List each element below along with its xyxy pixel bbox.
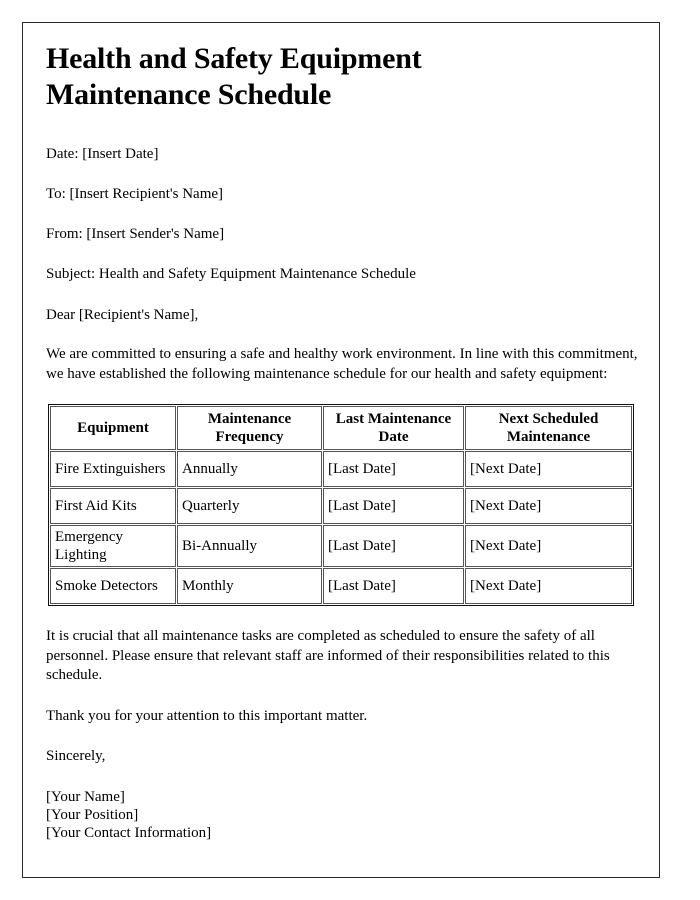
column-header-equipment: Equipment	[50, 406, 176, 451]
cell-equipment: Fire Extinguishers	[50, 451, 176, 488]
cell-next-maintenance: [Next Date]	[465, 488, 632, 525]
intro-paragraph: We are committed to ensuring a safe and …	[46, 346, 638, 382]
cell-frequency: Quarterly	[177, 488, 322, 525]
cell-equipment: Smoke Detectors	[50, 568, 176, 605]
cell-equipment: Emergency Lighting	[50, 525, 176, 568]
signature-block: [Your Name] [Your Position] [Your Contac…	[46, 788, 640, 843]
salutation-line: Dear [Recipient's Name],	[46, 306, 199, 323]
table-header-row: Equipment Maintenance Frequency Last Mai…	[50, 406, 632, 451]
cell-next-maintenance: [Next Date]	[465, 525, 632, 568]
cell-equipment: First Aid Kits	[50, 488, 176, 525]
signoff-line: Sincerely,	[46, 748, 106, 765]
maintenance-schedule-table: Equipment Maintenance Frequency Last Mai…	[48, 404, 634, 607]
table-row: Smoke Detectors Monthly [Last Date] [Nex…	[50, 568, 632, 605]
table-row: Emergency Lighting Bi-Annually [Last Dat…	[50, 525, 632, 568]
thanks-paragraph: Thank you for your attention to this imp…	[46, 707, 368, 724]
document-page: Health and Safety Equipment Maintenance …	[22, 22, 660, 878]
table-row: First Aid Kits Quarterly [Last Date] [Ne…	[50, 488, 632, 525]
column-header-last-maintenance-date: Last Maintenance Date	[323, 406, 464, 451]
cell-frequency: Bi-Annually	[177, 525, 322, 568]
from-line: From: [Insert Sender's Name]	[46, 226, 225, 243]
subject-line: Subject: Health and Safety Equipment Mai…	[46, 266, 416, 283]
cell-last-maintenance: [Last Date]	[323, 525, 464, 568]
cell-last-maintenance: [Last Date]	[323, 568, 464, 605]
document-content: Health and Safety Equipment Maintenance …	[46, 41, 640, 843]
cell-frequency: Annually	[177, 451, 322, 488]
cell-last-maintenance: [Last Date]	[323, 451, 464, 488]
table-row: Fire Extinguishers Annually [Last Date] …	[50, 451, 632, 488]
cell-next-maintenance: [Next Date]	[465, 451, 632, 488]
page-title: Health and Safety Equipment Maintenance …	[46, 42, 422, 112]
cell-last-maintenance: [Last Date]	[323, 488, 464, 525]
column-header-next-scheduled-maintenance: Next Scheduled Maintenance	[465, 406, 632, 451]
column-header-maintenance-frequency: Maintenance Frequency	[177, 406, 322, 451]
closing-paragraph: It is crucial that all maintenance tasks…	[46, 628, 610, 684]
cell-next-maintenance: [Next Date]	[465, 568, 632, 605]
date-line: Date: [Insert Date]	[46, 145, 159, 162]
to-line: To: [Insert Recipient's Name]	[46, 185, 224, 202]
cell-frequency: Monthly	[177, 568, 322, 605]
signature-contact: [Your Contact Information]	[46, 825, 212, 842]
signature-position: [Your Position]	[46, 807, 139, 824]
signature-name: [Your Name]	[46, 788, 125, 805]
